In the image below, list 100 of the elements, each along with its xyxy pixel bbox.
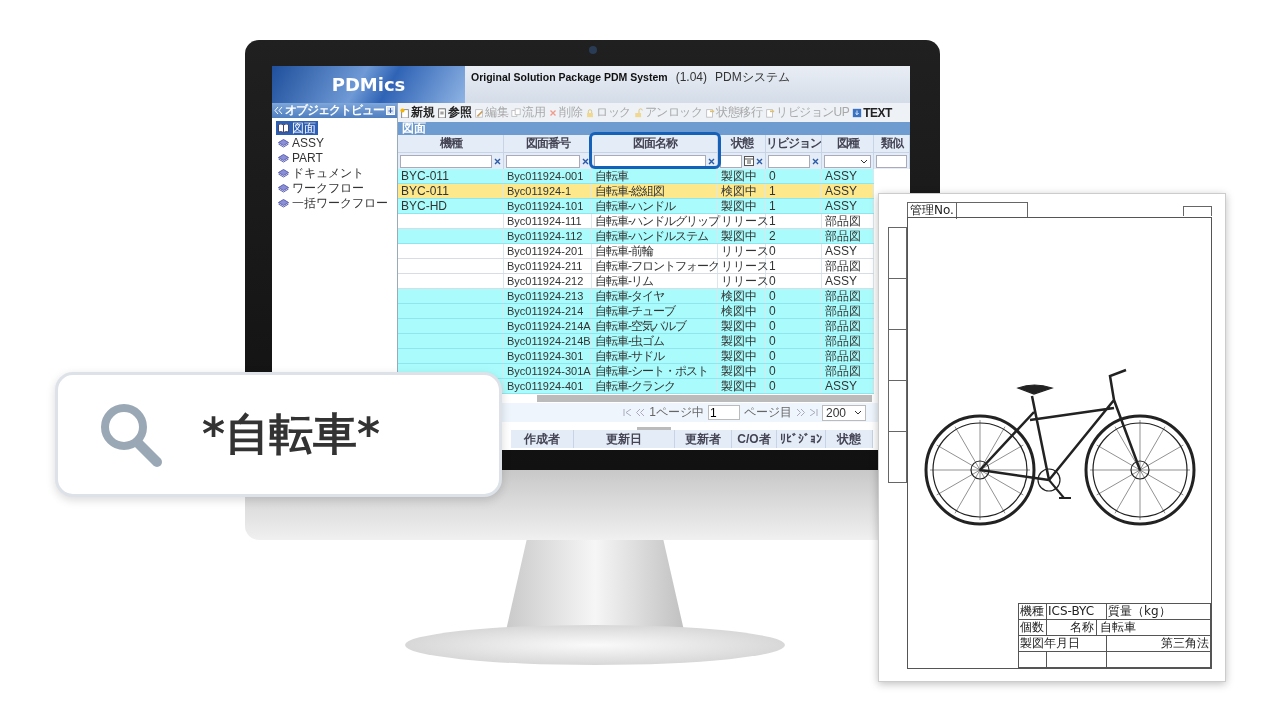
table-cell: 自転車-ハンドルグリップ bbox=[595, 214, 719, 228]
table-cell: 自転車-総組図 bbox=[595, 184, 664, 198]
type-dropdown[interactable] bbox=[824, 154, 871, 168]
table-cell: Byc011924-301 bbox=[507, 350, 584, 362]
sidebar-item[interactable]: 図面 bbox=[276, 121, 318, 135]
filter-field[interactable] bbox=[876, 154, 907, 168]
table-row[interactable]: Byc011924-214A 自転車-空気バルブ 製図中 0 部品図 bbox=[398, 319, 874, 334]
collapse-icon[interactable] bbox=[274, 106, 283, 115]
column-header[interactable]: 図面番号 bbox=[504, 135, 592, 153]
toolbar-button[interactable]: TEXT bbox=[851, 104, 893, 121]
layer-icon bbox=[278, 138, 289, 148]
table-row[interactable]: BYC-011 Byc011924-1 自転車-総組図 検図中 1 ASSY bbox=[398, 184, 874, 199]
table-cell: 自転車-虫ゴム bbox=[595, 334, 664, 348]
table-row[interactable]: Byc011924-112 自転車-ハンドルステム 製図中 2 部品図 bbox=[398, 229, 874, 244]
table-cell: リリース bbox=[721, 259, 769, 273]
table-row[interactable]: BYC-HD Byc011924-101 自転車-ハンドル 製図中 1 ASSY bbox=[398, 199, 874, 214]
table-cell: 自転車-リム bbox=[595, 274, 653, 288]
column-header[interactable]: リビジョン bbox=[766, 135, 822, 153]
column-header[interactable]: C/O者 bbox=[732, 430, 777, 448]
sidebar-item[interactable]: ドキュメント bbox=[276, 166, 366, 180]
unlock-icon bbox=[633, 107, 644, 118]
table-cell: 0 bbox=[769, 304, 776, 318]
filter-field[interactable] bbox=[506, 154, 580, 168]
scrollbar-thumb[interactable] bbox=[537, 395, 872, 402]
last-page-icon[interactable] bbox=[808, 409, 818, 416]
projection-label: 第三角法 bbox=[1107, 636, 1211, 652]
table-cell: リリース bbox=[721, 214, 769, 228]
table-cell: 0 bbox=[769, 379, 776, 393]
column-header[interactable]: 状態 bbox=[718, 135, 766, 153]
table-cell: 0 bbox=[769, 244, 776, 258]
table-row[interactable]: Byc011924-111 自転車-ハンドルグリップ リリース1 部品図 bbox=[398, 214, 874, 229]
table-cell: BYC-011 bbox=[401, 169, 449, 183]
table-cell: 製図中 bbox=[721, 364, 757, 378]
table-cell: 製図中 bbox=[721, 379, 757, 393]
table-cell: リリース bbox=[721, 244, 769, 258]
table-cell: 2 bbox=[769, 229, 776, 243]
table-cell: 自転車-クランク bbox=[595, 379, 675, 393]
filter-field[interactable] bbox=[720, 154, 742, 168]
page-size-dropdown[interactable]: 200 bbox=[821, 404, 866, 421]
table-row[interactable]: Byc011924-214 自転車-チューブ 検図中 0 部品図 bbox=[398, 304, 874, 319]
table-cell: Byc011924-201 bbox=[507, 245, 584, 257]
table-cell: Byc011924-214B bbox=[507, 335, 591, 347]
table-row[interactable]: Byc011924-201 自転車-前輪 リリース0 ASSY bbox=[398, 244, 874, 259]
table-cell: ASSY bbox=[825, 169, 857, 183]
table-cell: 部品図 bbox=[825, 304, 861, 318]
table-row[interactable]: Byc011924-213 自転車-タイヤ 検図中 0 部品図 bbox=[398, 289, 874, 304]
table-cell: 自転車-ハンドル bbox=[595, 199, 675, 213]
table-row[interactable]: Byc011924-211 自転車-フロントフォーク リリース1 部品図 bbox=[398, 259, 874, 274]
column-header[interactable]: ﾘﾋﾞｼﾞｮﾝ bbox=[777, 430, 826, 448]
clear-icon[interactable] bbox=[756, 157, 763, 165]
sidebar-item[interactable]: ワークフロー bbox=[276, 181, 366, 195]
column-header[interactable]: 更新者 bbox=[675, 430, 732, 448]
calendar-icon[interactable] bbox=[744, 156, 754, 166]
sidebar-item[interactable]: PART bbox=[276, 151, 325, 165]
table-cell: Byc011924-214 bbox=[507, 305, 584, 317]
column-header[interactable]: 作成者 bbox=[511, 430, 574, 448]
table-row[interactable]: BYC-011 Byc011924-001 自転車 製図中 0 ASSY bbox=[398, 169, 874, 184]
layer-icon bbox=[278, 183, 289, 193]
sidebar-item[interactable]: 一括ワークフロー bbox=[276, 196, 390, 210]
next-page-icon[interactable] bbox=[795, 409, 805, 416]
clear-icon[interactable] bbox=[708, 157, 715, 165]
filter-field[interactable] bbox=[768, 154, 810, 168]
pin-icon[interactable] bbox=[386, 106, 395, 115]
table-cell: 自転車-サドル bbox=[595, 349, 664, 363]
table-cell: 部品図 bbox=[825, 229, 861, 243]
table-cell: 製図中 bbox=[721, 229, 757, 243]
page-of-label: 1ページ中 bbox=[649, 404, 704, 421]
copy-icon bbox=[511, 107, 521, 118]
table-cell: 自転車-空気バルブ bbox=[595, 319, 686, 333]
column-header[interactable]: 状態 bbox=[826, 430, 873, 448]
column-header[interactable]: 更新日 bbox=[574, 430, 675, 448]
column-header[interactable]: 図種 bbox=[822, 135, 874, 153]
table-cell: 自転車-フロントフォーク bbox=[595, 259, 719, 273]
page-field[interactable]: 1 bbox=[707, 405, 740, 420]
table-row[interactable]: Byc011924-212 自転車-リム リリース0 ASSY bbox=[398, 274, 874, 289]
sidebar-item[interactable]: ASSY bbox=[276, 136, 326, 150]
table-row[interactable]: Byc011924-301 自転車-サドル 製図中 0 部品図 bbox=[398, 349, 874, 364]
table-cell: 自転車-タイヤ bbox=[595, 289, 664, 303]
table-row[interactable]: Byc011924-214B 自転車-虫ゴム 製図中 0 部品図 bbox=[398, 334, 874, 349]
table-cell: Byc011924-001 bbox=[507, 170, 584, 182]
table-cell: リリース bbox=[721, 274, 769, 288]
sidebar-title: オブジェクトビュー bbox=[285, 102, 384, 119]
splitter-handle[interactable] bbox=[637, 427, 671, 430]
clear-icon[interactable] bbox=[812, 157, 819, 165]
toolbar-button[interactable]: 新規 bbox=[399, 104, 435, 121]
column-header[interactable]: 類似 bbox=[874, 135, 910, 153]
clear-icon[interactable] bbox=[494, 157, 501, 165]
clear-icon[interactable] bbox=[582, 157, 589, 165]
previous-page-icon[interactable] bbox=[636, 409, 646, 416]
toolbar-button[interactable]: 参照 bbox=[436, 104, 472, 121]
first-page-icon[interactable] bbox=[623, 409, 633, 416]
table-cell: BYC-HD bbox=[401, 199, 447, 213]
table-cell: 製図中 bbox=[721, 349, 757, 363]
filter-field[interactable] bbox=[400, 154, 492, 168]
app-version: (1.04) bbox=[675, 70, 707, 84]
table-cell: Byc011924-112 bbox=[507, 230, 583, 242]
table-cell: 製図中 bbox=[721, 334, 757, 348]
column-header[interactable]: 機種 bbox=[398, 135, 504, 153]
table-cell: 製図中 bbox=[721, 169, 757, 183]
column-header[interactable]: 図面名称 bbox=[592, 135, 718, 153]
